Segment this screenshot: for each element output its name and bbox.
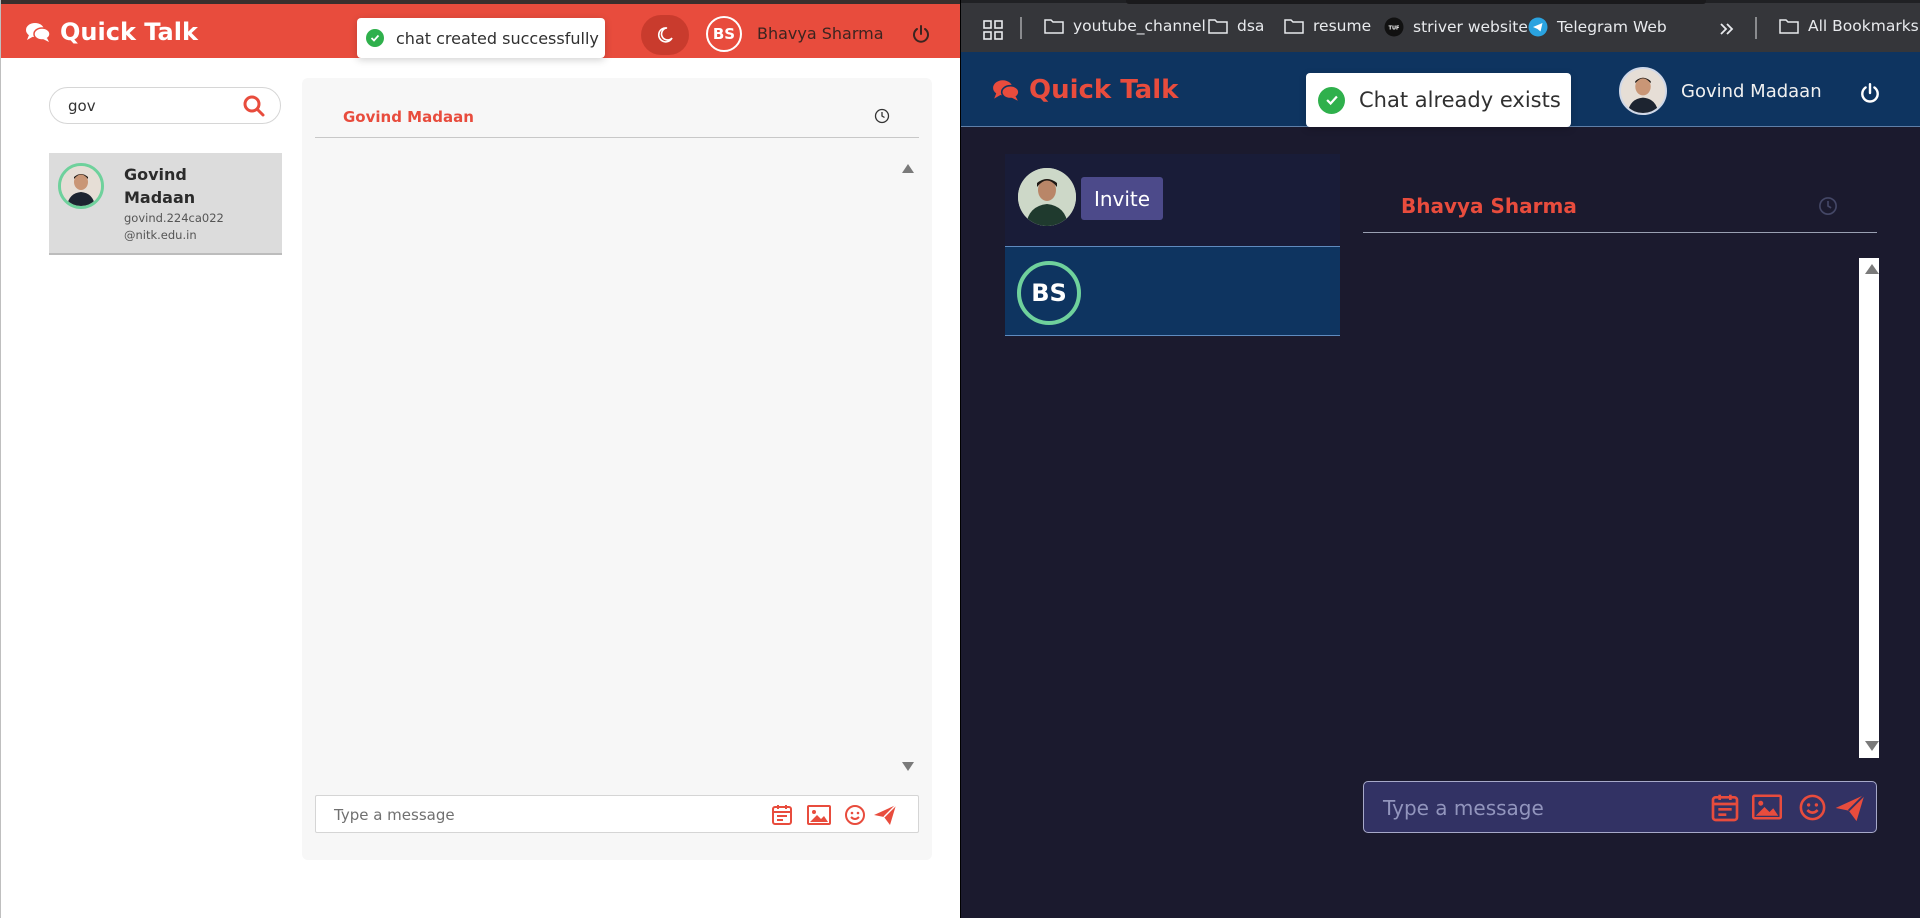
- chat-list-item-invite[interactable]: Invite: [1005, 154, 1340, 247]
- scroll-up-arrow[interactable]: [1865, 264, 1879, 274]
- all-bookmarks[interactable]: All Bookmarks: [1779, 17, 1919, 35]
- chat-list: Invite BS: [1005, 154, 1340, 336]
- user-avatar[interactable]: [1619, 67, 1667, 115]
- bookmark-youtube-channel[interactable]: youtube_channel: [1044, 17, 1206, 35]
- message-composer: Type a message: [315, 795, 919, 833]
- search-icon[interactable]: [242, 94, 266, 118]
- search-bar[interactable]: gov: [49, 87, 281, 124]
- success-toast: chat created successfully: [357, 18, 605, 58]
- bookmark-label: striver website: [1413, 18, 1528, 36]
- user-name: Govind Madaan: [1681, 81, 1822, 102]
- calendar-icon[interactable]: [770, 803, 794, 827]
- divider: [315, 137, 919, 138]
- folder-icon: [1044, 19, 1064, 34]
- contact-email: govind.224ca022@nitk.edu.in: [124, 211, 224, 242]
- toast-message: chat created successfully: [396, 28, 599, 48]
- power-icon[interactable]: [1859, 82, 1881, 104]
- bookmark-telegram-web[interactable]: Telegram Web: [1528, 17, 1667, 37]
- chat-list-item-bhavya[interactable]: BS: [1005, 247, 1340, 336]
- app-title: Quick Talk: [60, 18, 198, 46]
- contact-avatar: [1018, 168, 1076, 226]
- check-icon: [1318, 86, 1345, 114]
- chevron-double-right-icon[interactable]: [1719, 22, 1735, 36]
- chat-title[interactable]: Bhavya Sharma: [1401, 194, 1577, 218]
- contact-avatar: BS: [1017, 261, 1081, 325]
- message-input[interactable]: Type a message: [1383, 796, 1544, 820]
- scroll-down-arrow[interactable]: [902, 762, 914, 771]
- contact-name: Govind Madaan: [124, 165, 196, 207]
- moon-icon: [657, 27, 673, 43]
- folder-icon: [1779, 19, 1799, 34]
- power-icon[interactable]: [911, 24, 931, 44]
- message-input[interactable]: Type a message: [334, 806, 455, 824]
- check-icon: [366, 29, 384, 47]
- dark-theme-window: youtube_channel dsa resume TUF striver w…: [960, 0, 1920, 918]
- toast-message: Chat already exists: [1359, 88, 1561, 112]
- scrollbar[interactable]: [1859, 258, 1879, 758]
- bookmark-label: youtube_channel: [1073, 17, 1206, 35]
- send-icon[interactable]: [1833, 792, 1867, 824]
- emoji-icon[interactable]: [1797, 792, 1828, 823]
- contact-avatar: [58, 163, 104, 209]
- folder-icon: [1208, 19, 1228, 34]
- chat-title[interactable]: Govind Madaan: [343, 108, 474, 126]
- bookmark-label: dsa: [1237, 17, 1265, 35]
- scroll-up-arrow[interactable]: [902, 164, 914, 173]
- bookmark-label: resume: [1313, 17, 1372, 35]
- light-theme-window: Quick Talk BS Bhavya Sharma chat created…: [0, 0, 960, 918]
- tuf-icon: TUF: [1384, 17, 1404, 37]
- separator: [1755, 17, 1757, 39]
- apps-grid-icon[interactable]: [983, 20, 1003, 40]
- bookmarks-bar: youtube_channel dsa resume TUF striver w…: [961, 0, 1920, 52]
- image-icon[interactable]: [806, 803, 832, 827]
- image-icon[interactable]: [1750, 792, 1784, 822]
- app-title: Quick Talk: [1029, 75, 1179, 105]
- divider: [1363, 232, 1877, 233]
- chat-bubbles-icon: [26, 23, 51, 42]
- scroll-down-arrow[interactable]: [1865, 741, 1879, 751]
- tab-strip-edge: [1126, 0, 1706, 4]
- message-composer: Type a message: [1363, 781, 1877, 833]
- clock-icon[interactable]: [1818, 196, 1838, 216]
- bookmark-dsa[interactable]: dsa: [1208, 17, 1264, 35]
- clock-icon[interactable]: [874, 108, 890, 124]
- search-result-item[interactable]: Govind Madaan govind.224ca022@nitk.edu.i…: [49, 153, 282, 255]
- separator: [1020, 17, 1022, 39]
- chat-panel: Govind Madaan Type a message: [302, 78, 932, 860]
- calendar-icon[interactable]: [1709, 792, 1741, 824]
- user-name: Bhavya Sharma: [757, 24, 884, 43]
- telegram-icon: [1528, 17, 1548, 37]
- app-brand[interactable]: Quick Talk: [25, 18, 198, 46]
- search-input[interactable]: gov: [68, 97, 96, 115]
- user-avatar[interactable]: BS: [706, 16, 742, 52]
- app-brand[interactable]: Quick Talk: [992, 75, 1178, 105]
- folder-icon: [1284, 19, 1304, 34]
- bookmark-resume[interactable]: resume: [1284, 17, 1371, 35]
- invite-button[interactable]: Invite: [1081, 177, 1163, 220]
- send-icon[interactable]: [872, 803, 898, 827]
- svg-text:TUF: TUF: [1389, 26, 1400, 32]
- info-toast: Chat already exists: [1306, 73, 1571, 127]
- chat-bubbles-icon: [993, 80, 1020, 101]
- bookmark-label: Telegram Web: [1557, 18, 1667, 36]
- theme-toggle-button[interactable]: [641, 15, 689, 55]
- bookmark-striver-website[interactable]: TUF striver website: [1384, 17, 1528, 37]
- bookmark-label: All Bookmarks: [1808, 17, 1919, 35]
- emoji-icon[interactable]: [843, 803, 867, 827]
